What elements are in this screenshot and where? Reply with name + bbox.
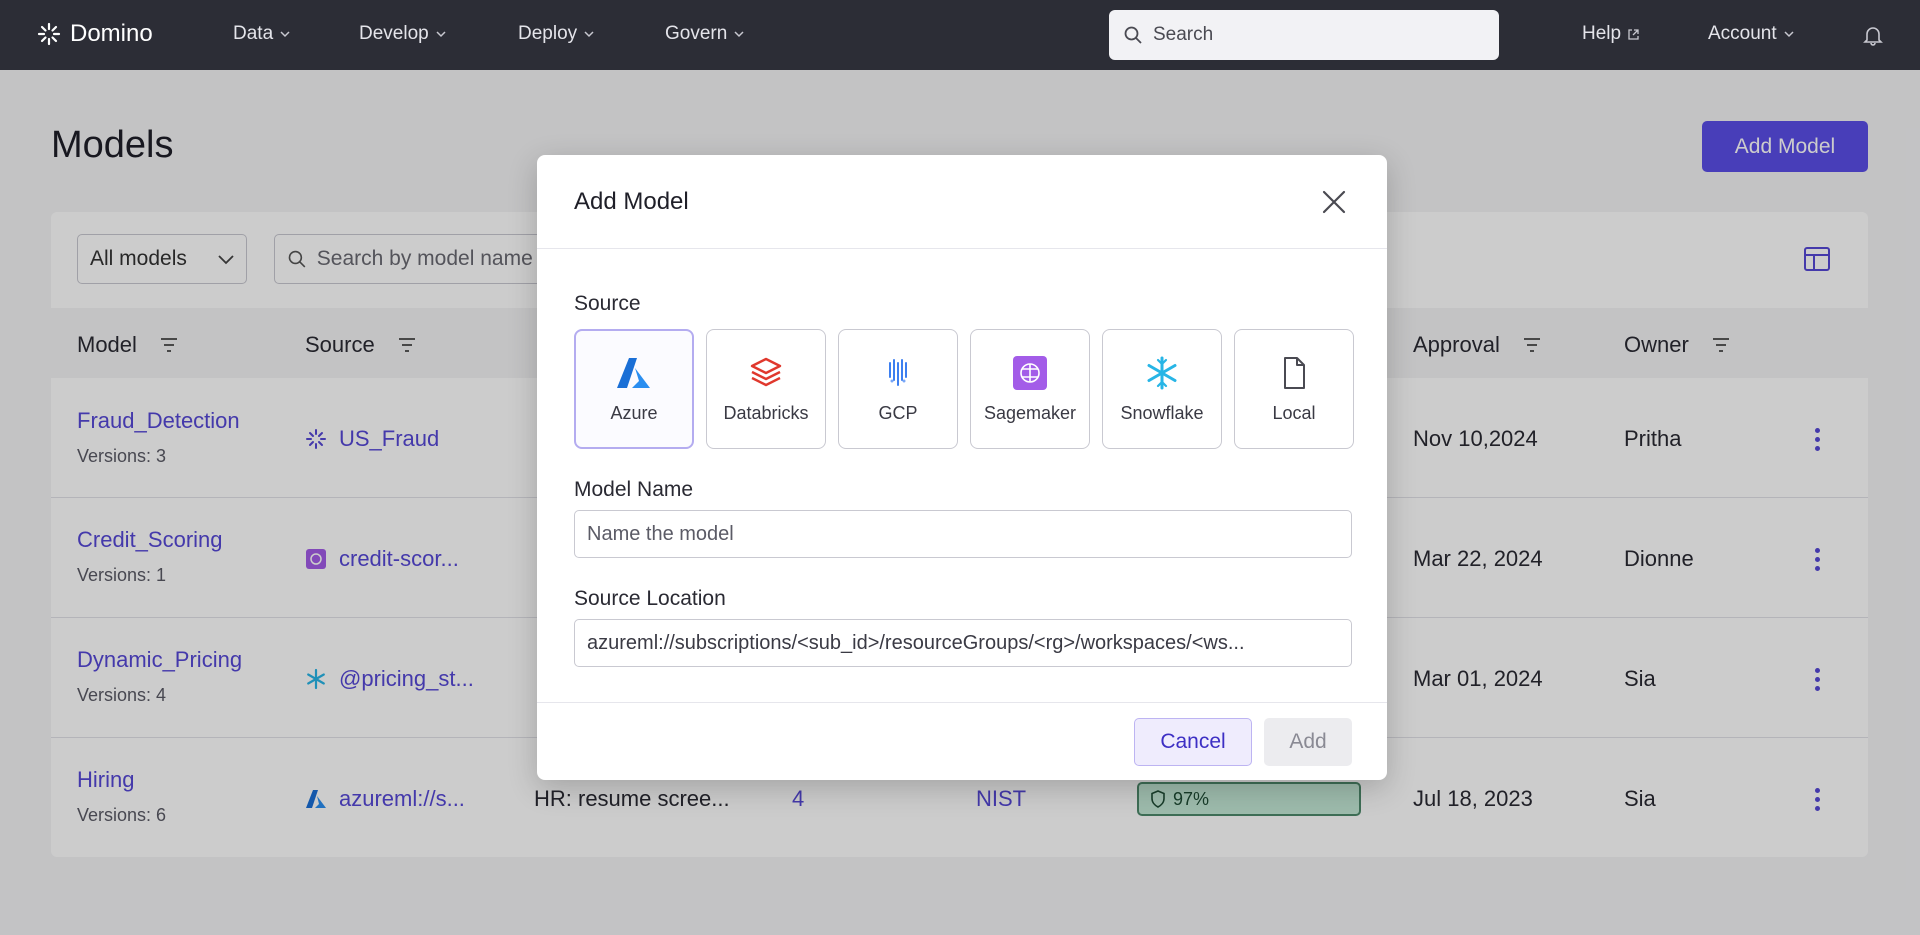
external-link-icon — [1628, 28, 1639, 40]
chevron-down-icon — [584, 31, 594, 38]
chevron-down-icon — [436, 31, 446, 38]
nav-deploy[interactable]: Deploy — [518, 23, 595, 45]
add-button[interactable]: Add — [1264, 718, 1352, 766]
source-location-label: Source Location — [574, 587, 726, 610]
add-model-dialog: Add Model Source Azure Databricks GCP Sa… — [537, 155, 1387, 780]
nav-account[interactable]: Account — [1708, 23, 1795, 45]
brand-name: Domino — [70, 20, 153, 47]
nav-develop[interactable]: Develop — [359, 23, 447, 45]
source-option-sagemaker[interactable]: Sagemaker — [970, 329, 1090, 449]
sagemaker-icon — [1013, 355, 1047, 390]
model-name-label: Model Name — [574, 478, 694, 501]
bell-icon[interactable] — [1862, 24, 1884, 46]
file-icon — [1284, 356, 1305, 389]
source-option-snowflake[interactable]: Snowflake — [1102, 329, 1222, 449]
search-icon — [1124, 26, 1142, 44]
snowflake-icon — [1147, 356, 1177, 389]
azure-icon — [617, 357, 650, 388]
model-name-input[interactable] — [574, 510, 1352, 558]
chevron-down-icon — [280, 31, 290, 38]
top-nav: Domino Data Develop Deploy Govern Help A… — [0, 0, 1920, 70]
source-option-gcp[interactable]: GCP — [838, 329, 958, 449]
dialog-title: Add Model — [574, 188, 689, 215]
source-label: Source — [574, 292, 641, 315]
gcp-icon — [889, 358, 907, 386]
global-search[interactable] — [1109, 10, 1499, 60]
chevron-down-icon — [734, 31, 744, 38]
global-search-input[interactable] — [1153, 24, 1473, 46]
databricks-icon — [750, 357, 782, 386]
source-option-azure[interactable]: Azure — [574, 329, 694, 449]
source-location-input[interactable] — [574, 619, 1352, 667]
source-options: Azure Databricks GCP Sagemaker Snowflake… — [574, 329, 1354, 449]
cancel-button[interactable]: Cancel — [1134, 718, 1252, 766]
nav-data[interactable]: Data — [233, 23, 291, 45]
dialog-divider — [537, 248, 1387, 249]
close-icon[interactable] — [1319, 187, 1349, 217]
dialog-divider — [537, 702, 1387, 703]
domino-logo-icon — [37, 22, 61, 46]
chevron-down-icon — [1784, 31, 1794, 38]
source-option-local[interactable]: Local — [1234, 329, 1354, 449]
brand-logo[interactable]: Domino — [36, 20, 153, 48]
nav-help[interactable]: Help — [1582, 23, 1640, 45]
source-option-databricks[interactable]: Databricks — [706, 329, 826, 449]
nav-govern[interactable]: Govern — [665, 23, 745, 45]
